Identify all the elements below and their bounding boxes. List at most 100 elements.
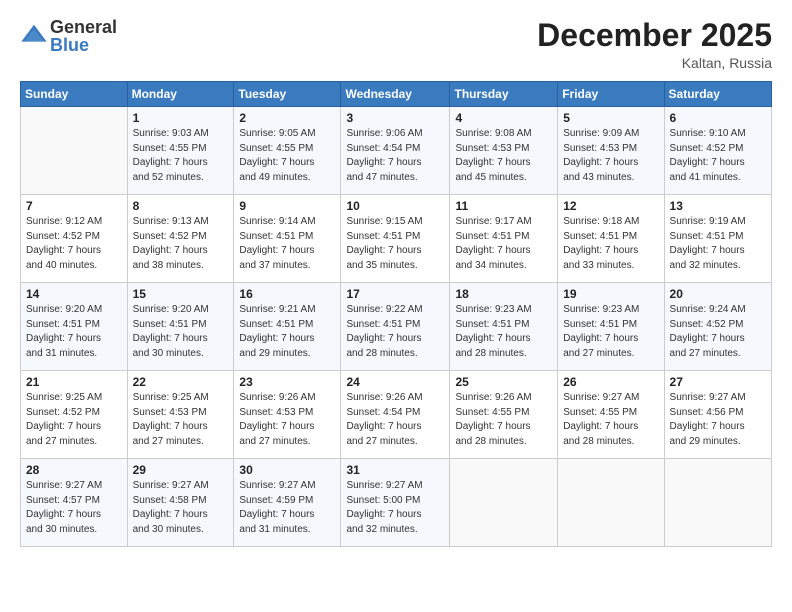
day-info: Sunrise: 9:26 AMSunset: 4:55 PMDaylight:…: [455, 391, 552, 449]
day-info: Sunrise: 9:26 AMSunset: 4:53 PMDaylight:…: [239, 391, 335, 449]
day-info: Sunrise: 9:17 AMSunset: 4:51 PMDaylight:…: [455, 215, 552, 273]
day-info: Sunrise: 9:20 AMSunset: 4:51 PMDaylight:…: [133, 303, 229, 361]
calendar-cell: [558, 459, 664, 547]
day-info: Sunrise: 9:10 AMSunset: 4:52 PMDaylight:…: [670, 127, 766, 185]
title-block: December 2025 Kaltan, Russia: [537, 18, 772, 71]
col-sunday: Sunday: [21, 82, 128, 107]
calendar-cell: 12 Sunrise: 9:18 AMSunset: 4:51 PMDayligh…: [558, 195, 664, 283]
calendar-cell: 11 Sunrise: 9:17 AMSunset: 4:51 PMDayligh…: [450, 195, 558, 283]
week-row-2: 14Sunrise: 9:20 AMSunset: 4:51 PMDayligh…: [21, 283, 772, 371]
page: General Blue December 2025 Kaltan, Russi…: [0, 0, 792, 612]
day-info: Sunrise: 9:27 AMSunset: 4:55 PMDaylight:…: [563, 391, 658, 449]
day-number: 11: [455, 199, 552, 213]
day-info: Sunrise: 9:27 AMSunset: 4:58 PMDaylight:…: [133, 479, 229, 537]
day-number: 23: [239, 375, 335, 389]
day-number: 3: [346, 111, 444, 125]
day-info: Sunrise: 9:27 AMSunset: 4:56 PMDaylight:…: [670, 391, 766, 449]
day-number: 12: [563, 199, 658, 213]
day-number: 28: [26, 463, 122, 477]
day-info: Sunrise: 9:24 AMSunset: 4:52 PMDaylight:…: [670, 303, 766, 361]
day-number: 10: [346, 199, 444, 213]
day-number: 25: [455, 375, 552, 389]
day-info: Sunrise: 9:27 AMSunset: 4:59 PMDaylight:…: [239, 479, 335, 537]
calendar-cell: 1Sunrise: 9:03 AMSunset: 4:55 PMDaylight…: [127, 107, 234, 195]
col-saturday: Saturday: [664, 82, 771, 107]
calendar-cell: 28Sunrise: 9:27 AMSunset: 4:57 PMDayligh…: [21, 459, 128, 547]
header-row: Sunday Monday Tuesday Wednesday Thursday…: [21, 82, 772, 107]
day-number: 15: [133, 287, 229, 301]
week-row-0: 1Sunrise: 9:03 AMSunset: 4:55 PMDaylight…: [21, 107, 772, 195]
day-info: Sunrise: 9:23 AMSunset: 4:51 PMDaylight:…: [563, 303, 658, 361]
calendar-cell: 3 Sunrise: 9:06 AMSunset: 4:54 PMDaylight…: [341, 107, 450, 195]
calendar-cell: 18Sunrise: 9:23 AMSunset: 4:51 PMDayligh…: [450, 283, 558, 371]
calendar-cell: 5 Sunrise: 9:09 AMSunset: 4:53 PMDaylight…: [558, 107, 664, 195]
day-number: 18: [455, 287, 552, 301]
day-number: 24: [346, 375, 444, 389]
location: Kaltan, Russia: [537, 55, 772, 71]
day-number: 9: [239, 199, 335, 213]
month-title: December 2025: [537, 18, 772, 53]
col-wednesday: Wednesday: [341, 82, 450, 107]
day-number: 2: [239, 111, 335, 125]
calendar-cell: 30Sunrise: 9:27 AMSunset: 4:59 PMDayligh…: [234, 459, 341, 547]
calendar-header: Sunday Monday Tuesday Wednesday Thursday…: [21, 82, 772, 107]
calendar-cell: 9 Sunrise: 9:14 AMSunset: 4:51 PMDaylight…: [234, 195, 341, 283]
day-info: Sunrise: 9:08 AMSunset: 4:53 PMDaylight:…: [455, 127, 552, 185]
calendar-cell: 21Sunrise: 9:25 AMSunset: 4:52 PMDayligh…: [21, 371, 128, 459]
day-number: 26: [563, 375, 658, 389]
day-number: 6: [670, 111, 766, 125]
calendar-cell: 14Sunrise: 9:20 AMSunset: 4:51 PMDayligh…: [21, 283, 128, 371]
calendar-cell: 25 Sunrise: 9:26 AMSunset: 4:55 PMDayligh…: [450, 371, 558, 459]
day-info: Sunrise: 9:19 AMSunset: 4:51 PMDaylight:…: [670, 215, 766, 273]
day-number: 5: [563, 111, 658, 125]
day-info: Sunrise: 9:15 AMSunset: 4:51 PMDaylight:…: [346, 215, 444, 273]
day-number: 21: [26, 375, 122, 389]
day-number: 20: [670, 287, 766, 301]
day-number: 7: [26, 199, 122, 213]
day-number: 13: [670, 199, 766, 213]
day-info: Sunrise: 9:12 AMSunset: 4:52 PMDaylight:…: [26, 215, 122, 273]
day-info: Sunrise: 9:26 AMSunset: 4:54 PMDaylight:…: [346, 391, 444, 449]
day-info: Sunrise: 9:20 AMSunset: 4:51 PMDaylight:…: [26, 303, 122, 361]
logo-icon: [20, 22, 48, 50]
calendar-cell: 29Sunrise: 9:27 AMSunset: 4:58 PMDayligh…: [127, 459, 234, 547]
calendar-cell: 24 Sunrise: 9:26 AMSunset: 4:54 PMDayligh…: [341, 371, 450, 459]
day-info: Sunrise: 9:25 AMSunset: 4:53 PMDaylight:…: [133, 391, 229, 449]
day-number: 27: [670, 375, 766, 389]
calendar-cell: 10 Sunrise: 9:15 AMSunset: 4:51 PMDayligh…: [341, 195, 450, 283]
calendar-cell: 31 Sunrise: 9:27 AMSunset: 5:00 PMDayligh…: [341, 459, 450, 547]
day-number: 31: [346, 463, 444, 477]
calendar-cell: 15 Sunrise: 9:20 AMSunset: 4:51 PMDayligh…: [127, 283, 234, 371]
calendar-cell: 17 Sunrise: 9:22 AMSunset: 4:51 PMDayligh…: [341, 283, 450, 371]
calendar-table: Sunday Monday Tuesday Wednesday Thursday…: [20, 81, 772, 547]
calendar-cell: 6 Sunrise: 9:10 AMSunset: 4:52 PMDaylight…: [664, 107, 771, 195]
day-number: 22: [133, 375, 229, 389]
logo-blue: Blue: [50, 36, 117, 54]
calendar-cell: 13 Sunrise: 9:19 AMSunset: 4:51 PMDayligh…: [664, 195, 771, 283]
calendar-cell: 22 Sunrise: 9:25 AMSunset: 4:53 PMDayligh…: [127, 371, 234, 459]
calendar-cell: 19Sunrise: 9:23 AMSunset: 4:51 PMDayligh…: [558, 283, 664, 371]
day-number: 4: [455, 111, 552, 125]
calendar-cell: 26 Sunrise: 9:27 AMSunset: 4:55 PMDayligh…: [558, 371, 664, 459]
calendar-cell: 8 Sunrise: 9:13 AMSunset: 4:52 PMDaylight…: [127, 195, 234, 283]
day-info: Sunrise: 9:18 AMSunset: 4:51 PMDaylight:…: [563, 215, 658, 273]
logo-text: General Blue: [50, 18, 117, 54]
day-number: 1: [133, 111, 229, 125]
day-info: Sunrise: 9:14 AMSunset: 4:51 PMDaylight:…: [239, 215, 335, 273]
week-row-1: 7 Sunrise: 9:12 AMSunset: 4:52 PMDaylight…: [21, 195, 772, 283]
col-monday: Monday: [127, 82, 234, 107]
day-number: 16: [239, 287, 335, 301]
day-number: 8: [133, 199, 229, 213]
week-row-3: 21Sunrise: 9:25 AMSunset: 4:52 PMDayligh…: [21, 371, 772, 459]
day-info: Sunrise: 9:06 AMSunset: 4:54 PMDaylight:…: [346, 127, 444, 185]
day-info: Sunrise: 9:22 AMSunset: 4:51 PMDaylight:…: [346, 303, 444, 361]
day-info: Sunrise: 9:09 AMSunset: 4:53 PMDaylight:…: [563, 127, 658, 185]
day-info: Sunrise: 9:21 AMSunset: 4:51 PMDaylight:…: [239, 303, 335, 361]
calendar-cell: 27 Sunrise: 9:27 AMSunset: 4:56 PMDayligh…: [664, 371, 771, 459]
week-row-4: 28Sunrise: 9:27 AMSunset: 4:57 PMDayligh…: [21, 459, 772, 547]
day-info: Sunrise: 9:13 AMSunset: 4:52 PMDaylight:…: [133, 215, 229, 273]
calendar-cell: 23 Sunrise: 9:26 AMSunset: 4:53 PMDayligh…: [234, 371, 341, 459]
day-number: 17: [346, 287, 444, 301]
day-info: Sunrise: 9:27 AMSunset: 5:00 PMDaylight:…: [346, 479, 444, 537]
calendar-cell: [664, 459, 771, 547]
